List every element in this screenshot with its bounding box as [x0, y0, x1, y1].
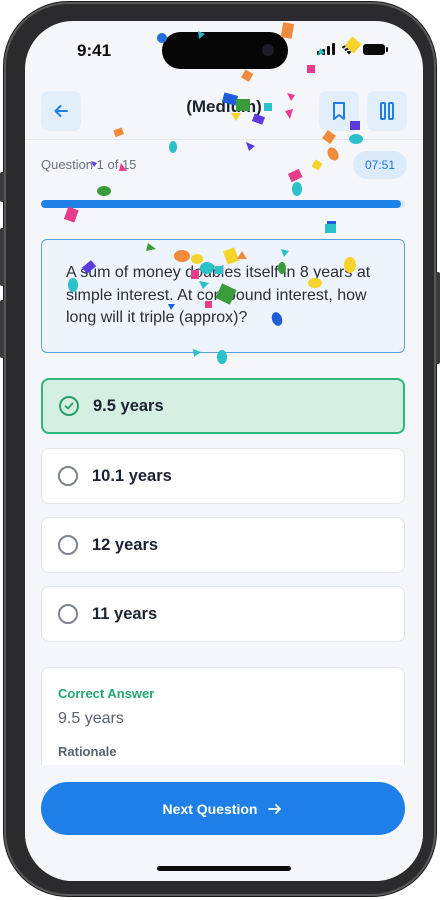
dynamic-island — [162, 32, 288, 69]
bookmark-icon — [333, 102, 345, 120]
top-app-bar: (Medium) — [25, 83, 423, 139]
volume-up-button — [0, 228, 4, 286]
pause-icon — [380, 102, 394, 120]
bookmark-button[interactable] — [319, 91, 359, 131]
answer-option-label: 10.1 years — [92, 466, 172, 485]
screen: 9:41 (Medium) Question 1 of 15 07:51 A s… — [25, 21, 423, 881]
answer-option-2[interactable]: 10.1 years — [41, 448, 405, 504]
confetti-piece — [169, 141, 177, 153]
confetti-piece — [327, 221, 336, 224]
cellular-signal-icon — [317, 43, 335, 55]
pause-button[interactable] — [367, 91, 407, 131]
next-question-label: Next Question — [162, 800, 258, 817]
status-time: 9:41 — [77, 41, 112, 60]
action-button — [0, 172, 4, 202]
home-indicator — [157, 866, 291, 871]
progress-bar-fill — [41, 200, 402, 208]
correct-answer-label: Correct Answer — [58, 686, 155, 701]
wifi-icon — [341, 44, 357, 55]
confetti-piece — [325, 224, 336, 233]
answer-option-label: 9.5 years — [93, 396, 164, 415]
check-circle-icon — [59, 396, 79, 416]
timer-badge: 07:51 — [353, 151, 407, 179]
confetti-piece — [97, 186, 111, 196]
answer-option-label: 11 years — [92, 604, 158, 623]
answer-option-1[interactable]: 9.5 years — [41, 378, 405, 434]
next-question-button[interactable]: Next Question — [41, 782, 405, 835]
question-card: A sum of money doubles itself in 8 years… — [41, 239, 405, 353]
confetti-piece — [292, 182, 302, 196]
confetti-piece — [327, 147, 339, 161]
arrow-right-icon — [268, 803, 282, 814]
confetti-piece — [311, 159, 323, 171]
phone-frame: 9:41 (Medium) Question 1 of 15 07:51 A s… — [0, 2, 440, 896]
back-button[interactable] — [41, 91, 81, 131]
page-title: (Medium) — [186, 97, 262, 116]
radio-icon — [58, 604, 78, 624]
confetti-piece — [63, 206, 79, 223]
question-counter: Question 1 of 15 — [41, 157, 137, 172]
status-bar: 9:41 — [25, 21, 423, 79]
volume-down-button — [0, 300, 4, 358]
progress-bar — [41, 200, 405, 208]
status-icons — [317, 43, 388, 55]
radio-icon — [58, 535, 78, 555]
power-button — [436, 272, 440, 364]
header-divider — [25, 139, 423, 140]
answer-option-label: 12 years — [92, 535, 159, 554]
answer-option-4[interactable]: 11 years — [41, 586, 405, 642]
confetti-piece — [246, 142, 255, 151]
battery-icon — [363, 43, 388, 55]
arrow-left-icon — [54, 105, 68, 117]
camera-icon — [262, 44, 274, 56]
radio-icon — [58, 466, 78, 486]
correct-answer-value: 9.5 years — [58, 710, 124, 727]
question-text: A sum of money doubles itself in 8 years… — [66, 264, 371, 326]
rationale-label: Rationale — [58, 744, 117, 759]
answer-option-3[interactable]: 12 years — [41, 517, 405, 573]
confetti-piece — [287, 168, 303, 183]
